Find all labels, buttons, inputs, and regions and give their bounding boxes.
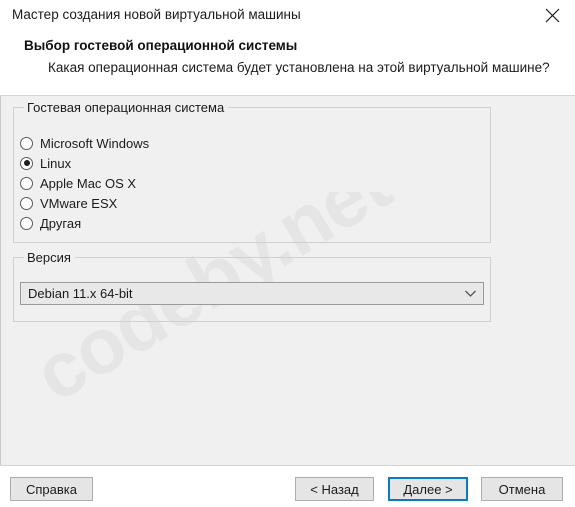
radio-indicator [20,176,33,190]
version-group-label: Версия [24,250,75,265]
radio-apple-mac-os-x[interactable]: Apple Mac OS X [20,173,149,193]
page-title: Выбор гостевой операционной системы [24,38,298,53]
wizard-body: codeby.net Гостевая операционная система… [0,96,575,465]
window-title: Мастер создания новой виртуальной машины [12,7,301,22]
guest-os-groupbox: Гостевая операционная система Microsoft … [13,100,491,243]
radio-label: Apple Mac OS X [40,175,137,191]
back-button[interactable]: < Назад [295,477,374,501]
radio-other[interactable]: Другая [20,213,149,233]
close-icon[interactable] [529,0,575,31]
radio-label: VMware ESX [40,195,118,211]
guest-os-group-label: Гостевая операционная система [24,100,229,115]
radio-microsoft-windows[interactable]: Microsoft Windows [20,133,149,153]
radio-vmware-esx[interactable]: VMware ESX [20,193,149,213]
chevron-down-icon [457,283,483,304]
radio-label: Microsoft Windows [40,135,150,151]
wizard-header: Выбор гостевой операционной системы Кака… [0,32,575,95]
radio-indicator-selected [20,156,33,170]
version-select-value: Debian 11.x 64-bit [28,286,133,301]
guest-os-radio-group: Microsoft Windows Linux Apple Mac OS X V… [20,133,149,233]
version-select[interactable]: Debian 11.x 64-bit [20,282,484,305]
wizard-footer: Справка < Назад Далее > Отмена [0,466,575,507]
next-button[interactable]: Далее > [388,477,468,501]
version-groupbox: Версия Debian 11.x 64-bit [13,250,491,322]
radio-label: Linux [40,155,72,171]
page-subtitle: Какая операционная система будет установ… [48,60,550,75]
new-vm-wizard-window: Мастер создания новой виртуальной машины… [0,0,575,507]
title-bar: Мастер создания новой виртуальной машины [0,0,575,32]
radio-indicator [20,136,33,150]
radio-label: Другая [40,215,82,231]
cancel-button[interactable]: Отмена [481,477,563,501]
radio-linux[interactable]: Linux [20,153,149,173]
help-button[interactable]: Справка [10,477,93,501]
radio-indicator [20,196,33,210]
radio-indicator [20,216,33,230]
